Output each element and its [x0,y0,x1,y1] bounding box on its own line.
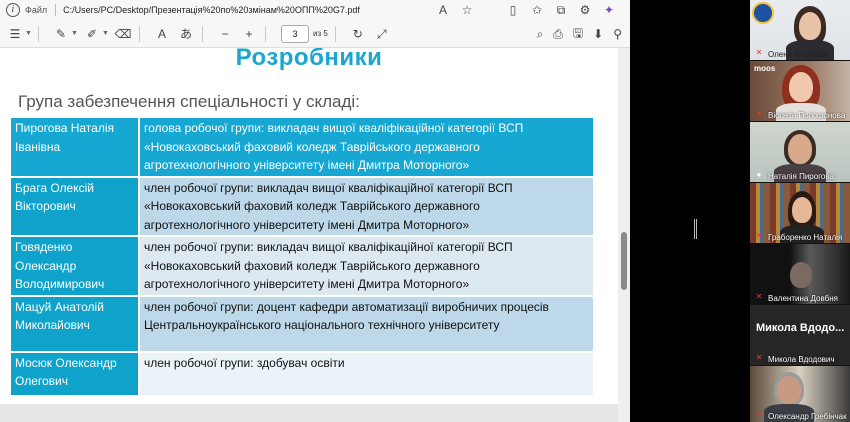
extensions-icon[interactable]: ⚙ [578,0,592,20]
table-row: Мацуй Анатолій Миколайович член робочої … [11,295,593,353]
participant-name: Граборенко Наталія [768,233,843,242]
save-icon[interactable]: 🖫 [573,24,583,45]
next-page-edge [0,404,618,422]
panel-resize-handle[interactable] [694,219,697,239]
favorite-icon[interactable]: ☆ [460,0,474,20]
divider [139,25,140,42]
participant-tile[interactable]: Микола Вдодо... ✕ Микола Вдодович [750,305,850,365]
slide-title: Розробники [235,48,383,71]
participant-face [790,262,812,288]
member-name: Мацуй Анатолій Миколайович [11,295,140,353]
participant-face [789,72,813,102]
chevron-down-icon[interactable]: ▼ [102,30,109,37]
pdf-toolbar-right: ⌕ ⎙ 🖫 ⬇ ⚲ [537,20,622,48]
participant-name: Олена Вітовщик [768,50,829,59]
info-icon[interactable]: i [6,3,20,17]
divider [55,4,57,16]
team-table: Пирогова Наталія Іванівна голова робочої… [11,118,593,397]
overlay-text: moos [754,64,776,73]
rotate-icon[interactable]: ↻ [349,20,367,48]
url-text[interactable]: C:/Users/PC/Desktop/Презентація%20по%20з… [63,5,360,15]
pin-icon[interactable]: ⚲ [613,27,622,41]
participant-tile[interactable]: moos ✕ Віолета Поліхронова [750,61,850,121]
chevron-down-icon[interactable]: ▼ [25,30,32,37]
participant-name: Валентина Довбня [768,294,838,303]
translate-icon[interactable]: あ [177,20,195,48]
browser-toolbar: ▯ ✩ ⧉ ⚙ ✦ [506,0,616,20]
participant-tile-active[interactable]: ● Наталія Пирогова [750,122,850,182]
divider [38,25,39,42]
participant-name: Олександр Гребінчак [768,412,847,421]
print-icon[interactable]: ⎙ [553,27,563,42]
fit-page-icon[interactable]: ⤢ [373,20,391,48]
participant-face [777,376,801,404]
favorites-icon[interactable]: ✩ [530,0,544,20]
member-name: Брага Олексій Вікторович [11,176,140,237]
read-aloud-icon[interactable]: A [436,0,450,20]
table-row: Брага Олексій Вікторович член робочої гр… [11,176,593,237]
vertical-scrollbar[interactable] [618,48,630,422]
eraser-icon[interactable]: ⌫ [114,20,132,48]
member-name: Мосюк Олександр Олегович [11,351,140,397]
page-number-input[interactable]: 3 [281,24,309,43]
participant-tile[interactable]: ✕ Граборенко Наталія [750,183,850,243]
scrollbar-thumb[interactable] [621,232,627,290]
participants-panel: ✕ Олена Вітовщик moos ✕ Віолета Поліхрон… [750,0,850,422]
collections-icon[interactable]: ⧉ [554,0,568,20]
member-role: член робочої групи: викладач вищої квалі… [139,236,593,297]
member-role: член робочої групи: доцент кафедри автом… [139,295,593,353]
zoom-in-icon[interactable]: + [240,20,258,48]
participant-face [799,12,821,40]
participant-placeholder-name: Микола Вдодо... [756,322,845,334]
address-bar-actions: A ☆ [436,0,474,20]
highlight-icon[interactable]: ✐ [83,20,101,48]
pdf-toolbar: ☰ ▼ ✎ ▼ ✐ ▼ ⌫ A あ − + 3 из 5 ↻ ⤢ [0,20,630,48]
table-row: Говяденко Олександр Володимирович член р… [11,236,593,297]
member-role: член робочої групи: здобувач освіти [139,351,593,397]
copilot-icon[interactable]: ✦ [602,0,616,20]
participant-name: Віолета Поліхронова [768,111,846,120]
member-role: член робочої групи: викладач вищої квалі… [139,176,593,237]
pdf-viewer-window: i Файл C:/Users/PC/Desktop/Презентація%2… [0,0,630,422]
table-row: Мосюк Олександр Олегович член робочої гр… [11,351,593,397]
save-as-icon[interactable]: ⬇ [593,27,603,41]
text-icon[interactable]: A [153,20,171,48]
slide-page: Розробники Група забезпечення спеціально… [0,48,618,404]
slide-subtitle: Група забезпечення спеціальності у склад… [18,92,360,111]
participant-tile[interactable]: ✕ Олена Вітовщик [750,0,850,60]
chevron-down-icon[interactable]: ▼ [71,30,78,37]
divider [202,25,203,42]
draw-icon[interactable]: ✎ [52,20,70,48]
page-total: из 5 [313,29,328,38]
participant-face [792,197,812,223]
logo-icon [752,2,774,24]
list-icon[interactable]: ☰ [6,20,24,48]
member-name: Пирогова Наталія Іванівна [11,118,140,178]
table-row: Пирогова Наталія Іванівна голова робочої… [11,118,593,178]
divider [265,25,266,42]
member-role: голова робочої групи: викладач вищої ква… [139,118,593,178]
split-screen-icon[interactable]: ▯ [506,0,520,20]
participant-tile[interactable]: ✕ Валентина Довбня [750,244,850,304]
participant-name: Наталія Пирогова [768,172,834,181]
participant-name: Микола Вдодович [768,355,835,364]
participant-tile[interactable]: ✕ Олександр Гребінчак [750,366,850,422]
member-name: Говяденко Олександр Володимирович [11,236,140,297]
participant-face [788,134,812,164]
search-icon[interactable]: ⌕ [537,27,544,42]
file-label: Файл [25,5,48,15]
divider [334,25,336,42]
zoom-out-icon[interactable]: − [216,20,234,48]
